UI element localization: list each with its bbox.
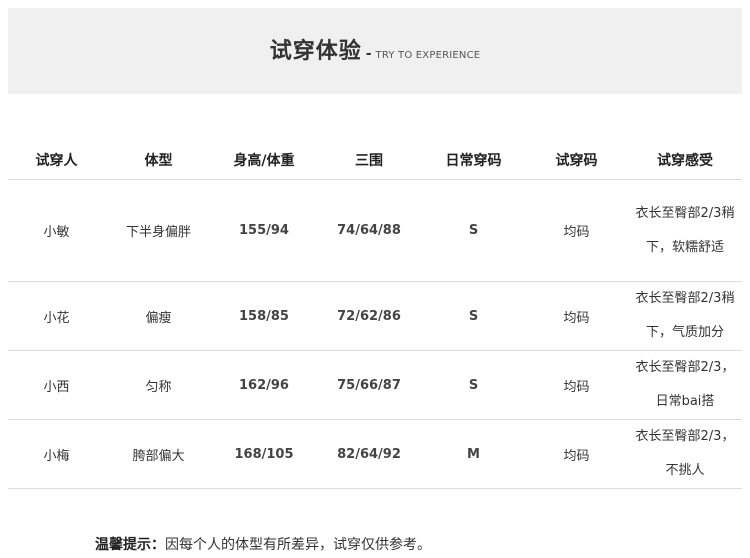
cell-daily-size: S — [422, 350, 525, 420]
cell-trial-size: 均码 — [525, 179, 628, 282]
column-header-feeling: 试穿感受 — [628, 141, 742, 180]
cell-feeling: 衣长至臀部2/3稍下，气质加分 — [628, 281, 742, 351]
header-band: 试穿体验 - TRY TO EXPERIENCE — [8, 8, 742, 94]
section-title: 试穿体验 - TRY TO EXPERIENCE — [8, 38, 742, 70]
footer-note-text: 因每个人的体型有所差异，试穿仅供参考。 — [165, 537, 431, 553]
column-header-height-weight: 身高/体重 — [212, 141, 316, 180]
title-chinese: 试穿体验 — [269, 39, 362, 64]
cell-trial-size: 均码 — [525, 350, 628, 420]
fitting-table-container: 试穿人 体型 身高/体重 三围 日常穿码 试穿码 试穿感受 小敏 下半身偏胖 1… — [8, 141, 742, 489]
title-separator: - — [365, 46, 372, 62]
column-header-trial-size: 试穿码 — [525, 141, 628, 180]
cell-height-weight: 155/94 — [212, 179, 316, 282]
cell-tester: 小敏 — [8, 179, 105, 282]
cell-feeling: 衣长至臀部2/3稍下，软糯舒适 — [628, 179, 742, 282]
cell-height-weight: 168/105 — [212, 419, 316, 489]
table-row: 小西 匀称 162/96 75/66/87 S 均码 衣长至臀部2/3，日常ba… — [8, 350, 742, 420]
cell-height-weight: 162/96 — [212, 350, 316, 420]
cell-trial-size: 均码 — [525, 419, 628, 489]
table-row: 小花 偏瘦 158/85 72/62/86 S 均码 衣长至臀部2/3稍下，气质… — [8, 281, 742, 351]
cell-height-weight: 158/85 — [212, 281, 316, 351]
cell-daily-size: S — [422, 179, 525, 282]
cell-daily-size: M — [422, 419, 525, 489]
cell-body-type: 匀称 — [105, 350, 212, 420]
column-header-daily-size: 日常穿码 — [422, 141, 525, 180]
fitting-table: 试穿人 体型 身高/体重 三围 日常穿码 试穿码 试穿感受 小敏 下半身偏胖 1… — [8, 141, 742, 489]
cell-measurements: 74/64/88 — [316, 179, 422, 282]
cell-body-type: 胯部偏大 — [105, 419, 212, 489]
cell-tester: 小花 — [8, 281, 105, 351]
column-header-tester: 试穿人 — [8, 141, 105, 180]
cell-feeling: 衣长至臀部2/3，日常bai搭 — [628, 350, 742, 420]
cell-tester: 小西 — [8, 350, 105, 420]
column-header-body-type: 体型 — [105, 141, 212, 180]
cell-feeling: 衣长至臀部2/3，不挑人 — [628, 419, 742, 489]
cell-measurements: 82/64/92 — [316, 419, 422, 489]
cell-daily-size: S — [422, 281, 525, 351]
cell-tester: 小梅 — [8, 419, 105, 489]
footer-note-label: 温馨提示： — [95, 537, 165, 553]
table-row: 小梅 胯部偏大 168/105 82/64/92 M 均码 衣长至臀部2/3，不… — [8, 419, 742, 489]
cell-measurements: 72/62/86 — [316, 281, 422, 351]
title-english: TRY TO EXPERIENCE — [375, 50, 481, 61]
cell-body-type: 偏瘦 — [105, 281, 212, 351]
cell-trial-size: 均码 — [525, 281, 628, 351]
column-header-measurements: 三围 — [316, 141, 422, 180]
table-header-row: 试穿人 体型 身高/体重 三围 日常穿码 试穿码 试穿感受 — [8, 141, 742, 180]
table-row: 小敏 下半身偏胖 155/94 74/64/88 S 均码 衣长至臀部2/3稍下… — [8, 179, 742, 282]
cell-measurements: 75/66/87 — [316, 350, 422, 420]
cell-body-type: 下半身偏胖 — [105, 179, 212, 282]
footer-note: 温馨提示：因每个人的体型有所差异，试穿仅供参考。 — [95, 536, 431, 554]
